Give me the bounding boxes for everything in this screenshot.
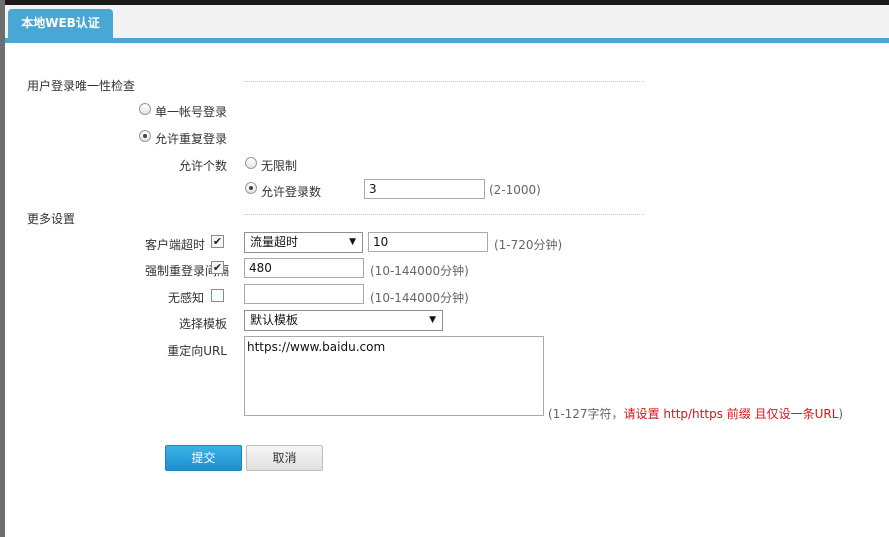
section-title-unique-login: 用户登录唯一性检查 (27, 79, 136, 93)
redirect-hint-prefix: (1-127字符， (548, 407, 624, 421)
seamless-input[interactable] (244, 284, 364, 304)
force-relogin-input[interactable]: 480 (244, 258, 364, 278)
seamless-range: (10-144000分钟) (370, 291, 469, 305)
allow-count-input[interactable]: 3 (364, 179, 485, 199)
client-timeout-checkbox[interactable]: ✔ (211, 235, 224, 248)
template-select-value: 默认模板 (250, 313, 299, 327)
template-label: 选择模板 (178, 317, 227, 331)
redirect-url-textarea[interactable]: https://www.baidu.com (244, 336, 544, 416)
dropdown-arrow-icon: ▼ (349, 237, 356, 247)
radio-unlimited-label: 无限制 (261, 159, 298, 173)
client-timeout-input[interactable]: 10 (368, 232, 488, 252)
tab-underline (5, 38, 889, 43)
seamless-label: 无感知 (167, 291, 204, 305)
dropdown-arrow-icon: ▼ (429, 315, 436, 325)
force-relogin-checkbox[interactable]: ✔ (211, 261, 224, 274)
client-timeout-mode-select[interactable]: 流量超时 ▼ (244, 232, 363, 253)
radio-single-account-label: 单一帐号登录 (155, 105, 228, 119)
client-timeout-label: 客户端超时 (144, 238, 205, 252)
allow-count-range: (2-1000) (489, 183, 541, 197)
force-relogin-range: (10-144000分钟) (370, 264, 469, 278)
section-divider (244, 81, 644, 82)
force-relogin-label: 强制重登录间隔 (144, 264, 229, 278)
tab-local-web-auth[interactable]: 本地WEB认证 (8, 9, 113, 38)
redirect-url-hint: (1-127字符，请设置 http/https 前缀 且仅设一条URL) (548, 405, 843, 422)
cancel-button[interactable]: 取消 (246, 445, 323, 471)
section-divider (244, 214, 644, 215)
radio-allow-count-label: 允许登录数 (261, 185, 322, 199)
allow-count-label: 允许个数 (178, 159, 227, 173)
seamless-checkbox[interactable] (211, 289, 224, 302)
client-timeout-mode-value: 流量超时 (250, 235, 299, 249)
client-timeout-range: (1-720分钟) (494, 238, 563, 252)
template-select[interactable]: 默认模板 ▼ (244, 310, 443, 331)
submit-button[interactable]: 提交 (165, 445, 242, 471)
section-title-more: 更多设置 (27, 212, 76, 226)
window-left-edge (0, 0, 5, 537)
radio-allow-count[interactable] (245, 182, 257, 194)
redirect-url-label: 重定向URL (167, 344, 227, 358)
radio-allow-repeat[interactable] (139, 130, 151, 142)
radio-single-account[interactable] (139, 103, 151, 115)
redirect-hint-warning: 请设置 http/https 前缀 且仅设一条URL (623, 407, 839, 421)
radio-allow-repeat-label: 允许重复登录 (155, 132, 228, 146)
redirect-hint-suffix: ) (838, 407, 844, 421)
radio-unlimited[interactable] (245, 157, 257, 169)
